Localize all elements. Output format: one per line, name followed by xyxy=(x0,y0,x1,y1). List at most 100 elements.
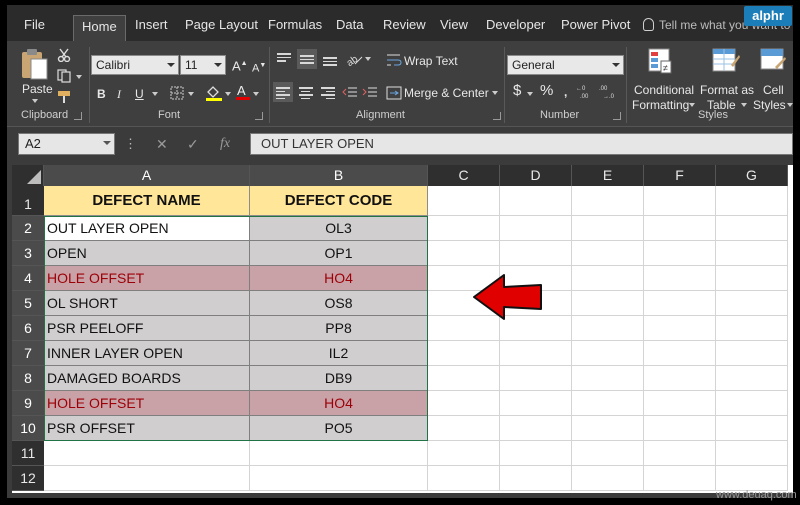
underline-button[interactable]: U xyxy=(135,87,144,101)
format-painter-icon[interactable] xyxy=(57,90,73,109)
empty-cell[interactable] xyxy=(716,441,788,466)
alignment-launcher-icon[interactable] xyxy=(493,112,501,120)
row-header-10[interactable]: 10 xyxy=(12,416,44,441)
empty-cell[interactable] xyxy=(44,466,250,491)
column-header-a[interactable]: A xyxy=(44,165,250,186)
tab-file[interactable]: File xyxy=(24,14,45,41)
row-header-12[interactable]: 12 xyxy=(12,466,44,491)
empty-cell[interactable] xyxy=(500,341,572,366)
format-table-dropdown-icon[interactable] xyxy=(741,103,747,107)
empty-cell[interactable] xyxy=(716,341,788,366)
align-bottom-icon[interactable] xyxy=(323,55,337,68)
empty-cell[interactable] xyxy=(572,391,644,416)
row-header-11[interactable]: 11 xyxy=(12,441,44,466)
table-cell-name[interactable]: OUT LAYER OPEN xyxy=(44,216,250,241)
tab-review[interactable]: Review xyxy=(383,14,426,41)
select-all-button[interactable] xyxy=(12,165,44,186)
row-header-1[interactable]: 1 xyxy=(12,186,44,216)
empty-cell[interactable] xyxy=(644,441,716,466)
empty-cell[interactable] xyxy=(428,241,500,266)
table-cell-name[interactable]: DAMAGED BOARDS xyxy=(44,366,250,391)
table-cell-code[interactable]: IL2 xyxy=(250,341,428,366)
empty-cell[interactable] xyxy=(428,186,500,216)
empty-cell[interactable] xyxy=(428,416,500,441)
currency-dropdown-icon[interactable] xyxy=(527,92,533,96)
table-cell-code[interactable]: OS8 xyxy=(250,291,428,316)
font-color-icon[interactable]: A xyxy=(235,83,251,106)
tab-power-pivot[interactable]: Power Pivot xyxy=(561,14,630,41)
empty-cell[interactable] xyxy=(572,316,644,341)
table-cell-name[interactable]: HOLE OFFSET xyxy=(44,266,250,291)
merge-center-button[interactable]: Merge & Center xyxy=(404,86,489,100)
paste-dropdown-icon[interactable] xyxy=(32,99,38,103)
empty-cell[interactable] xyxy=(500,441,572,466)
empty-cell[interactable] xyxy=(572,366,644,391)
borders-icon[interactable] xyxy=(170,86,184,105)
table-cell-code[interactable]: DB9 xyxy=(250,366,428,391)
row-header-7[interactable]: 7 xyxy=(12,341,44,366)
percent-button[interactable]: % xyxy=(540,83,553,98)
empty-cell[interactable] xyxy=(644,291,716,316)
table-cell-code[interactable]: OP1 xyxy=(250,241,428,266)
empty-cell[interactable] xyxy=(644,416,716,441)
enter-icon[interactable]: ✓ xyxy=(187,137,199,151)
fill-color-dropdown-icon[interactable] xyxy=(225,92,231,96)
row-header-4[interactable]: 4 xyxy=(12,266,44,291)
paste-icon[interactable] xyxy=(20,47,50,81)
bold-button[interactable]: B xyxy=(97,87,106,101)
align-center-icon[interactable] xyxy=(299,85,313,101)
column-header-d[interactable]: D xyxy=(500,165,572,186)
empty-cell[interactable] xyxy=(716,216,788,241)
table-cell-name[interactable]: PSR OFFSET xyxy=(44,416,250,441)
cell-styles-label-2[interactable]: Styles xyxy=(753,98,786,112)
column-header-c[interactable]: C xyxy=(428,165,500,186)
cell-styles-dropdown-icon[interactable] xyxy=(787,103,793,107)
conditional-formatting-label-1[interactable]: Conditional xyxy=(634,83,694,97)
empty-cell[interactable] xyxy=(644,391,716,416)
borders-dropdown-icon[interactable] xyxy=(188,92,194,96)
copy-dropdown-icon[interactable] xyxy=(76,75,82,79)
merge-icon[interactable] xyxy=(386,86,402,105)
table-cell-name[interactable]: PSR PEELOFF xyxy=(44,316,250,341)
empty-cell[interactable] xyxy=(500,416,572,441)
empty-cell[interactable] xyxy=(644,186,716,216)
empty-cell[interactable] xyxy=(572,186,644,216)
tab-insert[interactable]: Insert xyxy=(135,14,168,41)
font-color-dropdown-icon[interactable] xyxy=(253,92,259,96)
empty-cell[interactable] xyxy=(572,416,644,441)
conditional-formatting-label-2[interactable]: Formatting xyxy=(632,98,689,112)
table-cell-name[interactable]: OL SHORT xyxy=(44,291,250,316)
column-header-b[interactable]: B xyxy=(250,165,428,186)
empty-cell[interactable] xyxy=(716,186,788,216)
empty-cell[interactable] xyxy=(572,466,644,491)
table-header-cell[interactable]: DEFECT CODE xyxy=(250,186,428,216)
fill-color-icon[interactable] xyxy=(205,84,223,107)
format-table-label-1[interactable]: Format as xyxy=(700,83,754,97)
decrease-decimal-icon[interactable]: .00 →.0 xyxy=(599,83,619,104)
empty-cell[interactable] xyxy=(500,391,572,416)
empty-cell[interactable] xyxy=(500,466,572,491)
empty-cell[interactable] xyxy=(500,186,572,216)
row-header-6[interactable]: 6 xyxy=(12,316,44,341)
empty-cell[interactable] xyxy=(644,341,716,366)
tab-developer[interactable]: Developer xyxy=(486,14,545,41)
font-name-select[interactable]: Calibri xyxy=(91,55,179,75)
conditional-formatting-icon[interactable]: ≠ xyxy=(647,47,673,80)
align-right-icon[interactable] xyxy=(321,85,335,101)
merge-dropdown-icon[interactable] xyxy=(492,91,498,95)
empty-cell[interactable] xyxy=(500,216,572,241)
tab-formulas[interactable]: Formulas xyxy=(268,14,322,41)
increase-decimal-icon[interactable]: ←0.00 xyxy=(576,83,596,104)
font-size-select[interactable]: 11 xyxy=(180,55,226,75)
row-header-9[interactable]: 9 xyxy=(12,391,44,416)
empty-cell[interactable] xyxy=(716,291,788,316)
empty-cell[interactable] xyxy=(644,266,716,291)
empty-cell[interactable] xyxy=(572,291,644,316)
number-format-select[interactable]: General xyxy=(507,55,624,75)
empty-cell[interactable] xyxy=(716,316,788,341)
tab-data[interactable]: Data xyxy=(336,14,363,41)
column-header-f[interactable]: F xyxy=(644,165,716,186)
empty-cell[interactable] xyxy=(428,216,500,241)
increase-indent-icon[interactable] xyxy=(362,86,378,105)
decrease-indent-icon[interactable] xyxy=(342,86,358,105)
